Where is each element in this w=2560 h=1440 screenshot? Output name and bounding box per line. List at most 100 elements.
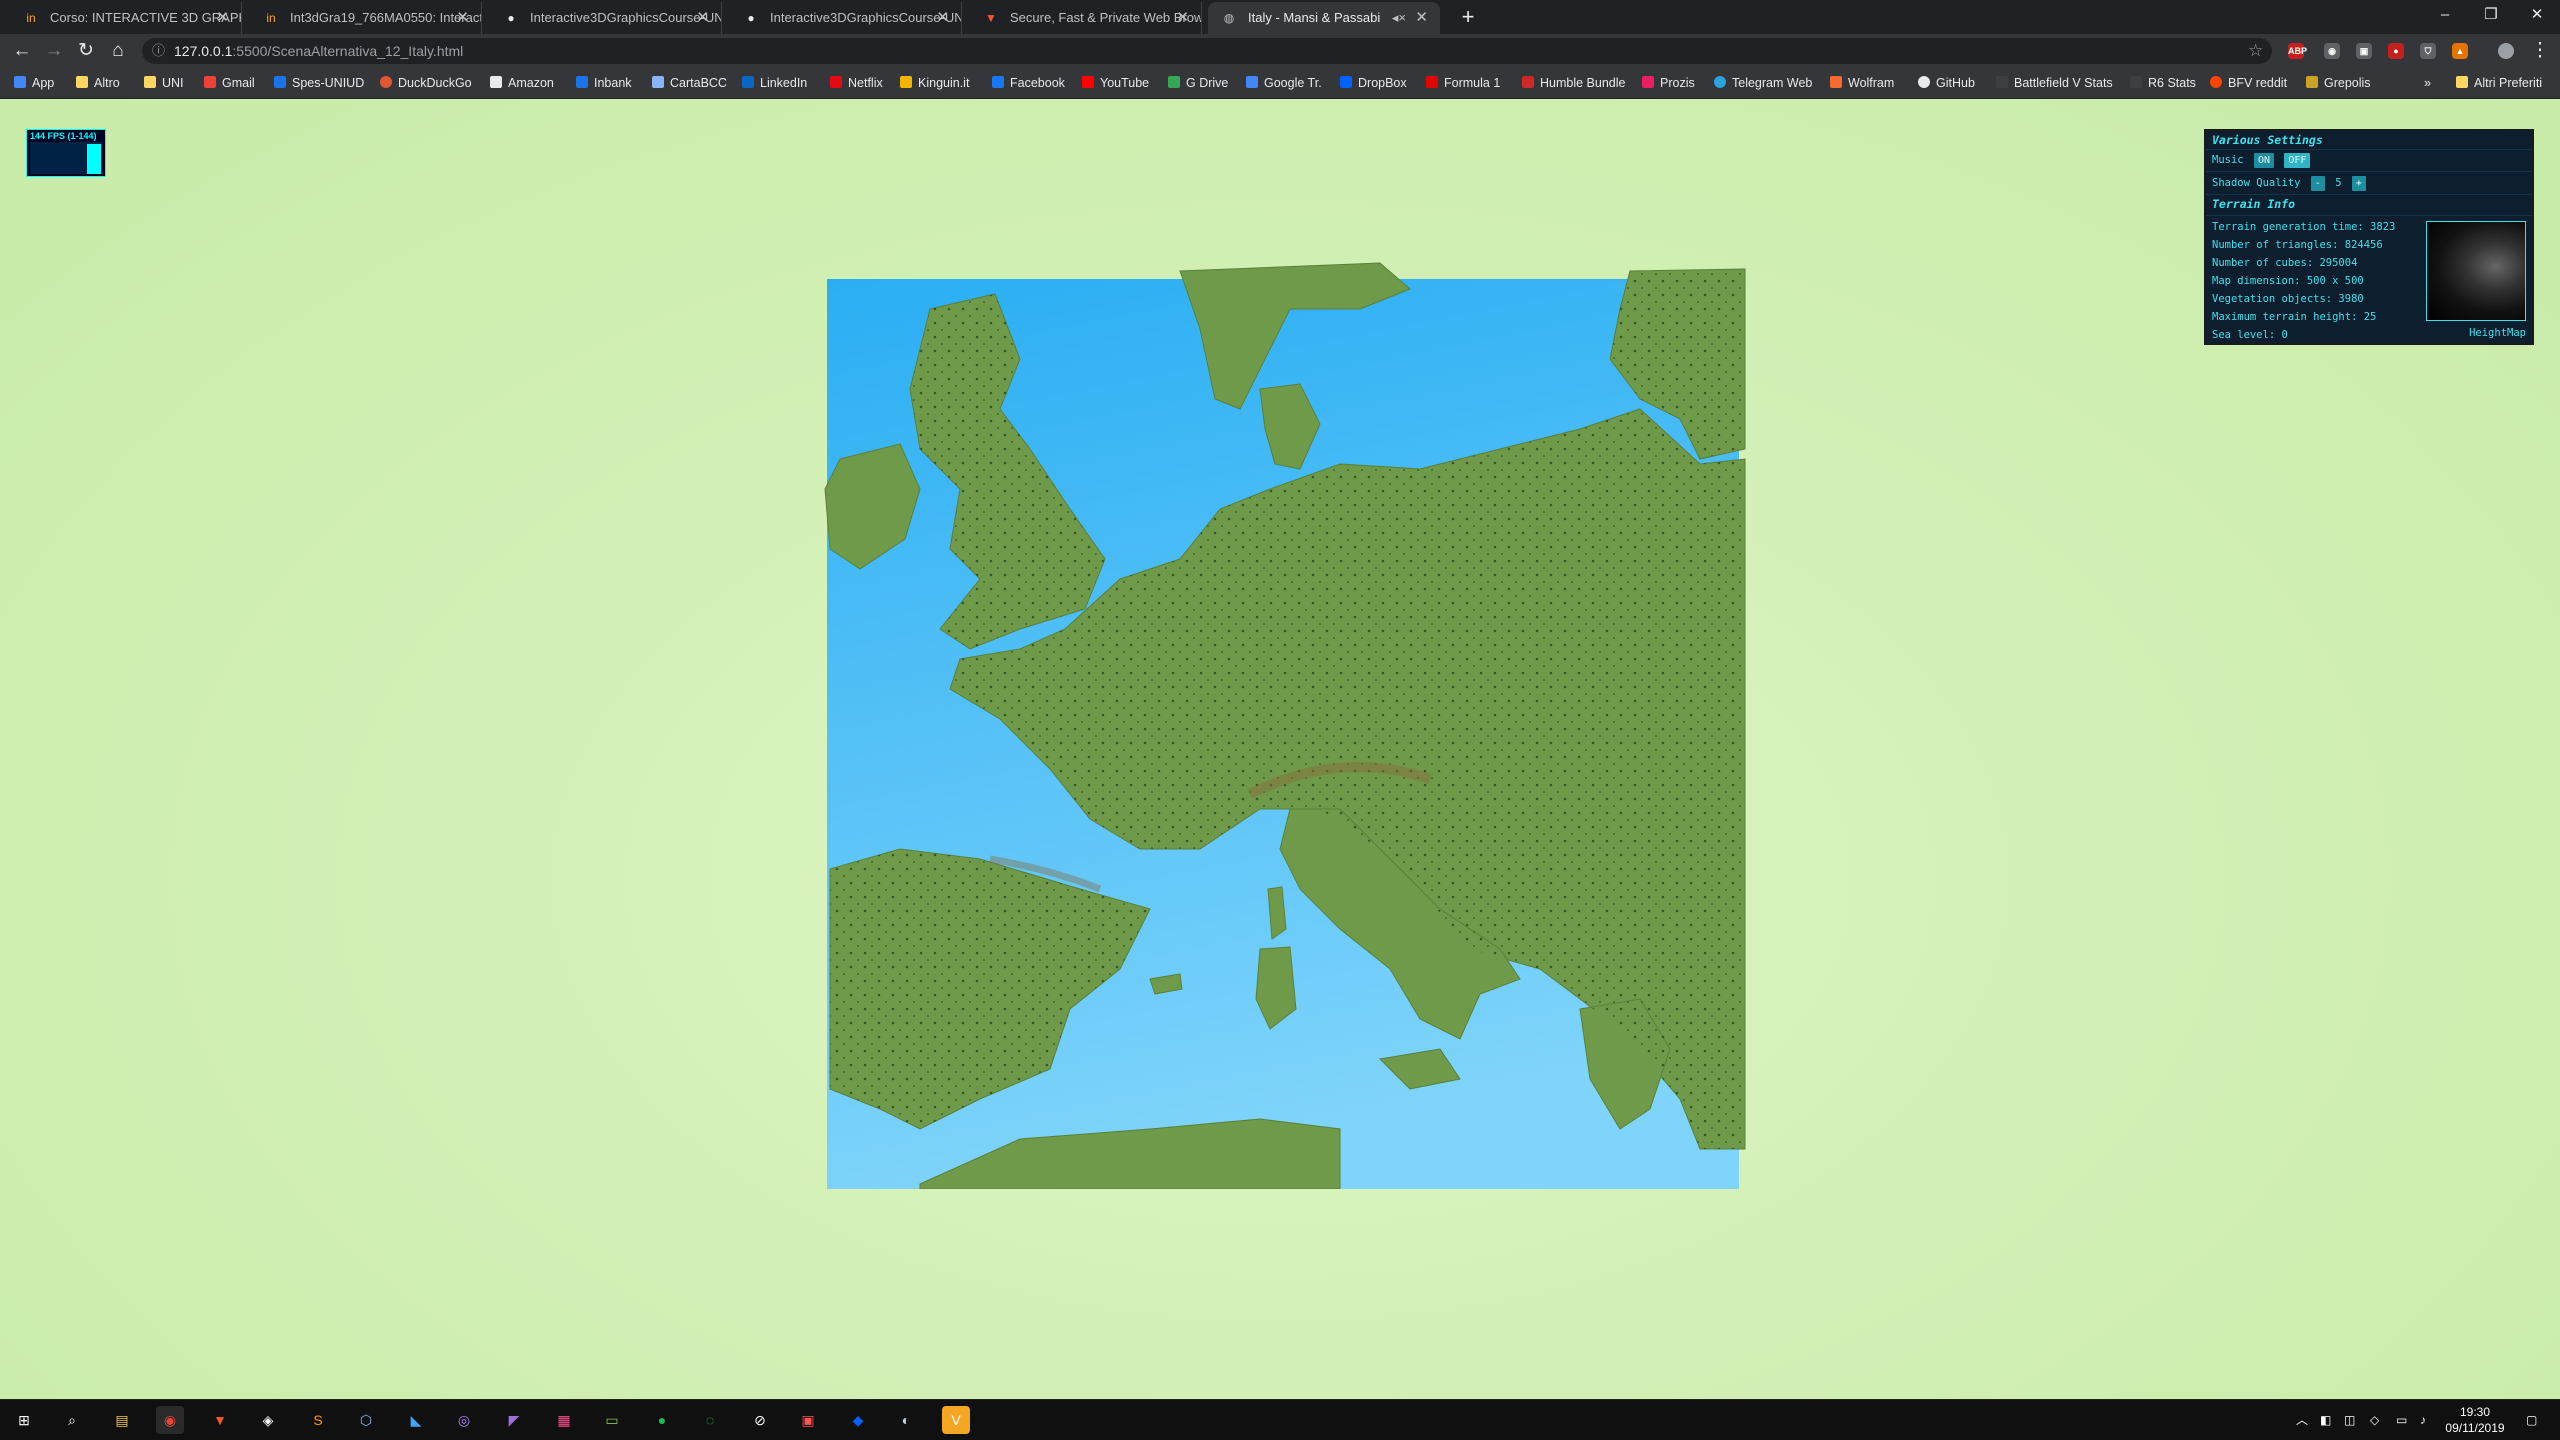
close-icon[interactable]: ✕ [1415,2,1428,34]
bookmark-amazon[interactable]: Amazon [490,68,554,98]
bookmark-netflix[interactable]: Netflix [830,68,883,98]
search-icon[interactable]: ⌕ [58,1406,86,1434]
bookmark-apps[interactable]: App [14,68,54,98]
reddit-icon [2210,76,2222,88]
tray-expand-icon[interactable]: ︿ [2296,1400,2308,1440]
tab-github-1[interactable]: ● Interactive3DGraphicsCourse-UNI ✕ [490,2,722,34]
bookmark-wolfram[interactable]: Wolfram [1830,68,1894,98]
tab-github-2[interactable]: ● Interactive3DGraphicsCourse-UNI ✕ [730,2,962,34]
fps-stats-panel[interactable]: 144 FPS (1-144) [26,129,106,177]
app-icon[interactable]: ◎ [450,1406,478,1434]
terminal-icon[interactable]: ▭ [598,1406,626,1434]
bookmark-grepolis[interactable]: Grepolis [2306,68,2371,98]
vscode-icon[interactable]: ◣ [402,1406,430,1434]
tab-corso[interactable]: in Corso: INTERACTIVE 3D GRAPHICS ✕ [10,2,242,34]
extension-icon[interactable]: ◉ [2324,43,2340,59]
bookmark-r6-stats[interactable]: R6 Stats [2130,68,2196,98]
close-icon[interactable]: ✕ [456,2,469,34]
home-icon[interactable]: ⌂ [104,38,132,64]
speaker-muted-icon[interactable]: ◂× [1392,2,1406,34]
europe-terrain-map[interactable] [820,249,1750,1189]
webgl-viewport[interactable]: 144 FPS (1-144) Various Settings Music O… [0,99,2560,1399]
bookmark-github[interactable]: GitHub [1918,68,1975,98]
back-arrow-icon[interactable]: ← [8,38,36,64]
restore-button[interactable]: ❐ [2468,0,2514,32]
file-explorer-icon[interactable]: ▤ [108,1406,136,1434]
adblock-extension-icon[interactable]: ABP [2288,43,2307,59]
bookmark-uni[interactable]: UNI [144,68,184,98]
visual-studio-icon[interactable]: ◤ [500,1406,528,1434]
close-icon[interactable]: ✕ [696,2,709,34]
whatsapp-icon[interactable]: ◌ [696,1406,724,1434]
address-bar[interactable]: ⓘ 127.0.0.1:5500/ScenaAlternativa_12_Ita… [142,38,2272,64]
intellij-icon[interactable]: ▦ [550,1406,578,1434]
bookmark-telegram[interactable]: Telegram Web [1714,68,1812,98]
bookmark-cartabcc[interactable]: CartaBCC [652,68,727,98]
extension-icon[interactable]: ▣ [2356,43,2372,59]
bookmark-facebook[interactable]: Facebook [992,68,1065,98]
music-on-button[interactable]: ON [2253,153,2274,168]
windows-start-icon[interactable]: ⊞ [10,1406,38,1434]
bookmark-dropbox[interactable]: DropBox [1340,68,1407,98]
bookmark-formula1[interactable]: Formula 1 [1426,68,1500,98]
brave-icon[interactable]: ▼ [206,1406,234,1434]
app-icon[interactable]: V [942,1406,970,1434]
bookmark-star-icon[interactable]: ☆ [2248,38,2263,64]
system-clock[interactable]: 19:30 09/11/2019 [2420,1404,2530,1436]
bookmark-prozis[interactable]: Prozis [1642,68,1695,98]
new-tab-button[interactable]: + [1452,2,1484,34]
dropbox-icon[interactable]: ◆ [844,1406,872,1434]
tab-italy[interactable]: ◍ Italy - Mansi & Passabi ◂× ✕ [1208,2,1440,34]
bookmark-linkedin[interactable]: LinkedIn [742,68,807,98]
close-icon[interactable]: ✕ [1176,2,1189,34]
forward-arrow-icon[interactable]: → [40,38,68,64]
window-close-button[interactable]: ✕ [2514,0,2560,32]
sublime-text-icon[interactable]: S [304,1406,332,1434]
shadow-decrease-button[interactable]: - [2310,176,2325,191]
close-icon[interactable]: ✕ [936,2,949,34]
app-icon[interactable]: ▣ [794,1406,822,1434]
chrome-icon[interactable]: ◉ [156,1406,184,1434]
dropbox-tray-icon[interactable]: ◇ [2370,1400,2379,1440]
extension-icon[interactable]: ● [2388,43,2404,59]
profile-avatar[interactable] [2498,43,2514,59]
bookmarks-overflow-button[interactable]: » [2424,68,2431,98]
steam-icon[interactable]: ◐ [892,1406,920,1434]
network-icon[interactable]: ▭ [2396,1400,2407,1440]
tab-brave[interactable]: ▼ Secure, Fast & Private Web Brows ✕ [970,2,1202,34]
shield-extension-icon[interactable]: ⛉ [2420,43,2436,59]
bookmark-kinguin[interactable]: Kinguin.it [900,68,969,98]
virtualbox-icon[interactable]: ⬡ [352,1406,380,1434]
dropbox-icon [1340,76,1352,88]
bookmark-bfv-reddit[interactable]: BFV reddit [2210,68,2287,98]
close-icon[interactable]: ✕ [216,2,229,34]
tray-icon[interactable]: ◫ [2344,1400,2355,1440]
brave-icon: ▼ [985,11,997,25]
app-icon[interactable]: ◈ [254,1406,282,1434]
bookmark-gdrive[interactable]: G Drive [1168,68,1228,98]
bookmark-youtube[interactable]: YouTube [1082,68,1149,98]
bookmark-gmail[interactable]: Gmail [204,68,255,98]
minimize-button[interactable]: – [2422,0,2468,32]
spotify-icon[interactable]: ● [648,1406,676,1434]
bookmark-inbank[interactable]: Inbank [576,68,632,98]
info-icon[interactable]: ⓘ [152,38,165,64]
bookmark-spes[interactable]: Spes-UNIUD [274,68,364,98]
tab-int3dgra[interactable]: in Int3dGra19_766MA0550: Interactive ✕ [250,2,482,34]
tray-icon[interactable]: ◧ [2320,1400,2331,1440]
bookmark-humble-bundle[interactable]: Humble Bundle [1522,68,1625,98]
shadow-increase-button[interactable]: + [2351,176,2366,191]
bookmark-other[interactable]: Altri Preferiti [2456,68,2542,98]
music-off-button[interactable]: OFF [2284,153,2311,168]
clock-date: 09/11/2019 [2445,1421,2505,1435]
extension-icon[interactable]: ▲ [2452,43,2468,59]
notifications-icon[interactable]: ▢ [2526,1400,2537,1440]
menu-dots-icon[interactable]: ⋮ [2526,38,2554,64]
bookmark-battlefield-stats[interactable]: Battlefield V Stats [1996,68,2113,98]
app-icon[interactable]: ⊘ [746,1406,774,1434]
bookmark-google-translate[interactable]: Google Tr. [1246,68,1322,98]
bookmark-duckduckgo[interactable]: DuckDuckGo [380,68,472,98]
bookmark-altro[interactable]: Altro [76,68,120,98]
divider [2206,171,2532,172]
reload-icon[interactable]: ↻ [72,38,100,64]
